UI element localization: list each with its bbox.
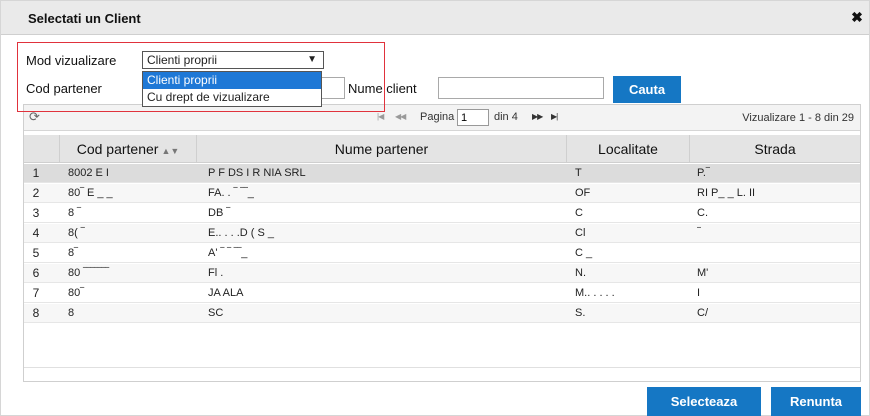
cell-str: RI P_ _ L. II: [697, 187, 756, 199]
cell-nume: DB ‾: [208, 207, 230, 219]
next-page-icon[interactable]: ▶▶: [532, 112, 543, 121]
table-row[interactable]: 1 8002 E I P F DS I R NIA SRL T P.‾: [24, 164, 860, 183]
row-number: 2: [32, 186, 40, 200]
cell-nume: SC: [208, 307, 224, 319]
option-cu-drept-de-vizualizare[interactable]: Cu drept de vizualizare: [143, 89, 321, 106]
cell-nume: P F DS I R NIA SRL: [208, 167, 306, 179]
column-header-cod-partener[interactable]: Cod partener ▲▼: [60, 135, 197, 163]
cell-nume: FA. . ‾ ‾‾_: [208, 187, 254, 199]
table-row[interactable]: 7 80‾ JA ALA M.. . . . . I: [24, 284, 860, 303]
sort-icon: ▲▼: [161, 146, 180, 156]
row-number: 8: [32, 306, 40, 320]
cell-cod: 8002 E I: [68, 167, 109, 179]
last-page-icon[interactable]: ▶|: [551, 112, 558, 121]
prev-page-icon[interactable]: ◀◀: [395, 112, 406, 121]
cell-loc: M.. . . . .: [575, 287, 615, 299]
cell-nume: JA ALA: [208, 287, 244, 299]
refresh-icon[interactable]: ⟳: [29, 109, 40, 125]
mod-vizualizare-select[interactable]: Clienti proprii ▼: [142, 51, 324, 69]
grid-footer-divider: [24, 367, 860, 368]
dialog-title: Selectati un Client: [28, 11, 141, 26]
row-number: 5: [32, 246, 40, 260]
cell-loc: Cl: [575, 227, 586, 239]
table-row[interactable]: 3 8 ‾ DB ‾ C C.: [24, 204, 860, 223]
table-row[interactable]: 8 8 SC S. C/: [24, 304, 860, 323]
cell-loc: N.: [575, 267, 586, 279]
dialog-titlebar: Selectati un Client ✖: [1, 1, 869, 35]
row-number: 6: [32, 266, 40, 280]
cancel-button[interactable]: Renunta: [771, 387, 861, 416]
cell-cod: 8‾: [68, 247, 78, 259]
table-row[interactable]: 2 80‾ E _ _ FA. . ‾ ‾‾_ OF RI P_ _ L. II: [24, 184, 860, 203]
cell-str: [697, 244, 857, 263]
column-header-nume-partener[interactable]: Nume partener: [197, 135, 567, 163]
grid-pager: ⟳ |◀ ◀◀ Pagina din 4 ▶▶ ▶| Vizualizare 1…: [24, 105, 860, 131]
cell-nume: Fl .: [208, 267, 224, 279]
table-header: Cod partener ▲▼ Nume partener Localitate …: [24, 135, 860, 163]
page-label: Pagina: [420, 111, 455, 123]
cell-loc: C: [575, 207, 583, 219]
cell-cod: 8 ‾: [68, 207, 81, 219]
table-row[interactable]: 4 8( ‾ E.. . . .D ( S _ Cl ‾: [24, 224, 860, 243]
view-info: Vizualizare 1 - 8 din 29: [742, 112, 854, 124]
clients-grid: ⟳ |◀ ◀◀ Pagina din 4 ▶▶ ▶| Vizualizare 1…: [23, 104, 861, 382]
mod-vizualizare-label: Mod vizualizare: [26, 53, 117, 68]
column-header-localitate[interactable]: Localitate: [567, 135, 690, 163]
cell-str: C/: [697, 307, 708, 319]
cell-str: I: [697, 287, 701, 299]
select-client-dialog: Selectati un Client ✖ Mod vizualizare Cl…: [0, 0, 870, 416]
option-clienti-proprii[interactable]: Clienti proprii: [143, 72, 321, 89]
first-page-icon[interactable]: |◀: [377, 112, 384, 121]
close-icon[interactable]: ✖: [850, 10, 864, 24]
mod-vizualizare-options: Clienti proprii Cu drept de vizualizare: [142, 71, 322, 107]
row-number: 7: [32, 286, 40, 300]
column-header-strada[interactable]: Strada: [690, 135, 860, 163]
table-row[interactable]: 5 8‾ A' ‾ ‾ ‾‾_ C _: [24, 244, 860, 263]
page-count: din 4: [494, 111, 518, 123]
cell-str: C.: [697, 207, 708, 219]
search-button[interactable]: Cauta: [613, 76, 681, 103]
row-number: 3: [32, 206, 40, 220]
table-row[interactable]: 6 80 ‾‾‾‾‾‾‾ Fl . N. M': [24, 264, 860, 283]
cell-cod: 80 ‾‾‾‾‾‾‾: [68, 267, 109, 279]
cell-nume: E.. . . .D ( S _: [208, 227, 275, 239]
cod-partener-label: Cod partener: [26, 81, 102, 96]
cell-loc: OF: [575, 187, 591, 199]
mod-vizualizare-value: Clienti proprii: [147, 53, 218, 67]
cell-loc: T: [575, 167, 582, 179]
cell-str: ‾: [697, 227, 701, 239]
column-header-label: Cod partener: [76, 141, 159, 157]
page-number-input[interactable]: [457, 109, 489, 126]
select-button[interactable]: Selecteaza: [647, 387, 761, 416]
nume-client-label: Nume client: [348, 81, 417, 96]
cell-cod: 80‾ E _ _: [68, 187, 113, 199]
dropdown-arrow-icon: ▼: [307, 54, 317, 65]
cell-cod: 8( ‾: [68, 227, 85, 239]
cell-str: P.‾: [697, 167, 710, 179]
row-number-header: [24, 135, 60, 163]
cell-cod: 8: [68, 307, 75, 319]
cell-cod: 80‾: [68, 287, 84, 299]
row-number: 1: [32, 166, 40, 180]
cell-loc: S.: [575, 307, 586, 319]
row-number: 4: [32, 226, 40, 240]
nume-client-input[interactable]: [438, 77, 604, 99]
cell-loc: C _: [575, 247, 593, 259]
cell-nume: A' ‾ ‾ ‾‾_: [208, 247, 248, 259]
cell-str: M': [697, 267, 709, 279]
